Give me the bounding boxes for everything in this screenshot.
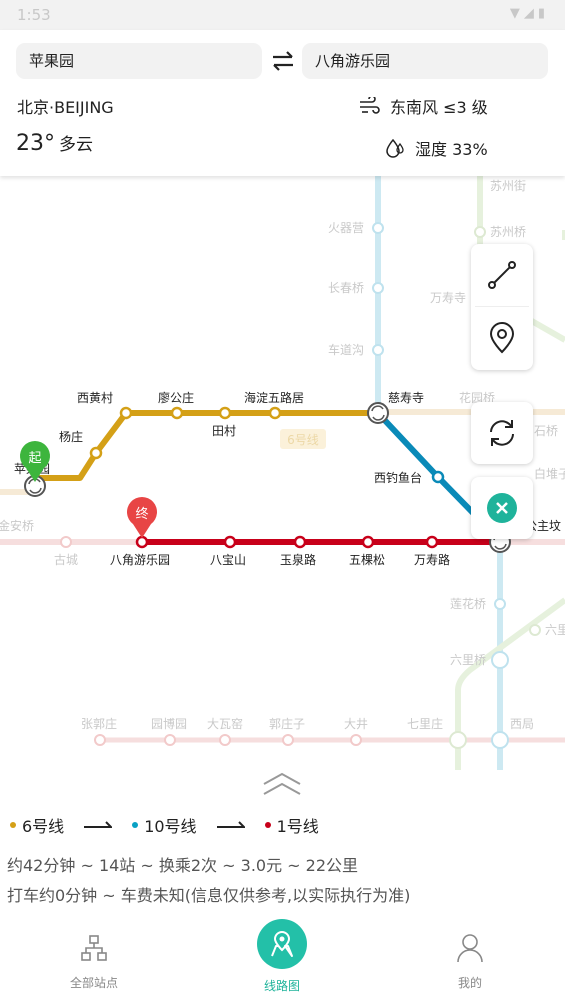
nav-mine[interactable]: 我的	[410, 918, 530, 991]
nav-route-map[interactable]: 线路图	[222, 918, 342, 994]
svg-text:园博园: 园博园	[151, 716, 187, 731]
city-label: 北京·BEIJING	[17, 98, 114, 117]
svg-text:八角游乐园: 八角游乐园	[110, 553, 170, 567]
summary-trip: 约42分钟 ~ 14站 ~ 换乘2次 ~ 3.0元 ~ 22公里	[7, 856, 359, 875]
line6-badge: 6号线	[287, 433, 319, 447]
svg-text:六里桥: 六里桥	[450, 653, 486, 667]
svg-text:万寿路: 万寿路	[414, 552, 450, 567]
nav-all-stations-label: 全部站点	[69, 976, 118, 990]
refresh-icon	[490, 420, 514, 446]
svg-text:西黄村: 西黄村	[77, 391, 113, 405]
svg-text:古城: 古城	[54, 552, 78, 567]
legend-line6: 6号线	[22, 817, 65, 836]
legend-line1: 1号线	[276, 817, 319, 836]
wind-info: 东南风 ≤3 级	[358, 94, 488, 118]
svg-text:七里庄: 七里庄	[407, 716, 443, 731]
svg-text:廖公庄: 廖公庄	[158, 390, 194, 405]
arrow-right-icon	[84, 821, 113, 828]
metro-map[interactable]: 火器营 长春桥 车道沟 苏州街 苏州桥 万寿寺 花园桥 石桥 白堆子 金安桥 古…	[0, 176, 565, 770]
svg-text:金安桥: 金安桥	[0, 518, 34, 533]
station-xidiaoyutai[interactable]	[431, 470, 445, 484]
destination-field[interactable]: 八角游乐园	[302, 43, 548, 79]
arrow-right-icon	[216, 821, 245, 828]
svg-text:西钓鱼台: 西钓鱼台	[374, 470, 422, 485]
svg-text:海淀五路居: 海淀五路居	[244, 390, 304, 405]
route-summary: 约42分钟 ~ 14站 ~ 换乘2次 ~ 3.0元 ~ 22公里 打车约0分钟 …	[7, 851, 410, 911]
start-marker-label: 起	[28, 451, 41, 466]
svg-text:火器营: 火器营	[328, 221, 364, 235]
map-tools-panel	[471, 244, 533, 370]
sitemap-icon	[81, 935, 107, 961]
weather-condition: 多云	[59, 135, 93, 155]
clear-route-button[interactable]	[471, 477, 533, 539]
route-line-icon	[488, 261, 516, 289]
svg-text:大井: 大井	[344, 717, 368, 731]
user-icon	[457, 934, 483, 963]
svg-text:白堆子: 白堆子	[534, 466, 565, 481]
legend-dot-line1	[264, 822, 271, 828]
location-pin-icon	[489, 322, 515, 354]
nav-route-map-label: 线路图	[263, 979, 300, 993]
wind-icon	[360, 97, 380, 114]
header-panel: 苹果园 八角游乐园 北京·BEIJING 东南风 ≤3 级 23° 多云 湿度 3…	[0, 30, 565, 176]
svg-text:石桥: 石桥	[534, 424, 558, 438]
line6-route	[35, 410, 378, 481]
legend-line10: 10号线	[144, 817, 197, 836]
svg-text:五棵松: 五棵松	[349, 552, 385, 567]
svg-text:六里: 六里	[545, 623, 565, 637]
route-legend: 6号线 10号线 1号线	[10, 813, 319, 837]
faded-stations-south	[60, 536, 362, 746]
status-bar: 1:53 ▼◢▮	[0, 0, 565, 30]
nav-all-stations[interactable]: 全部站点	[34, 918, 154, 991]
temperature: 23°	[16, 131, 55, 156]
close-icon	[487, 493, 517, 523]
route-line-button[interactable]	[471, 244, 533, 306]
svg-text:慈寿寺: 慈寿寺	[388, 390, 424, 405]
status-icons: ▼◢▮	[509, 6, 549, 21]
origin-field[interactable]: 苹果园	[16, 43, 262, 79]
legend-dot-line10	[132, 822, 139, 828]
svg-text:莲花桥: 莲花桥	[450, 596, 486, 611]
legend-dot-line6	[10, 822, 16, 828]
summary-taxi: 打车约0分钟 ~ 车费未知(信息仅供参考,以实际执行为准)	[7, 886, 411, 905]
end-marker[interactable]: 终	[127, 497, 157, 538]
humidity-info: 湿度 33%	[385, 136, 488, 160]
end-marker-label: 终	[135, 506, 148, 522]
swap-icon[interactable]	[270, 48, 296, 74]
humidity-text: 湿度 33%	[415, 140, 488, 159]
svg-text:田村: 田村	[212, 424, 236, 438]
temperature-block: 23° 多云	[16, 130, 93, 156]
svg-text:苏州街: 苏州街	[490, 179, 526, 193]
refresh-button[interactable]	[471, 402, 533, 464]
svg-text:长春桥: 长春桥	[328, 281, 364, 295]
wind-text: 东南风 ≤3 级	[390, 98, 488, 117]
expand-chevron-icon[interactable]	[261, 770, 303, 798]
svg-text:玉泉路: 玉泉路	[280, 552, 316, 567]
locate-button[interactable]	[471, 307, 533, 369]
svg-text:张郭庄: 张郭庄	[81, 716, 117, 731]
svg-text:杨庄: 杨庄	[59, 429, 83, 444]
nav-mine-label: 我的	[457, 976, 482, 990]
status-time: 1:53	[17, 6, 51, 24]
bottom-nav: 全部站点 线路图 我的	[0, 918, 565, 1004]
svg-text:车道沟: 车道沟	[328, 342, 364, 357]
svg-text:苏州桥: 苏州桥	[490, 225, 526, 239]
map-pin-icon	[271, 931, 293, 957]
svg-text:郭庄子: 郭庄子	[269, 716, 305, 731]
svg-text:八宝山: 八宝山	[210, 553, 246, 567]
droplet-icon	[386, 138, 404, 158]
svg-text:万寿寺: 万寿寺	[430, 291, 466, 305]
svg-text:西局: 西局	[510, 717, 534, 731]
svg-text:大瓦窑: 大瓦窑	[207, 716, 243, 731]
